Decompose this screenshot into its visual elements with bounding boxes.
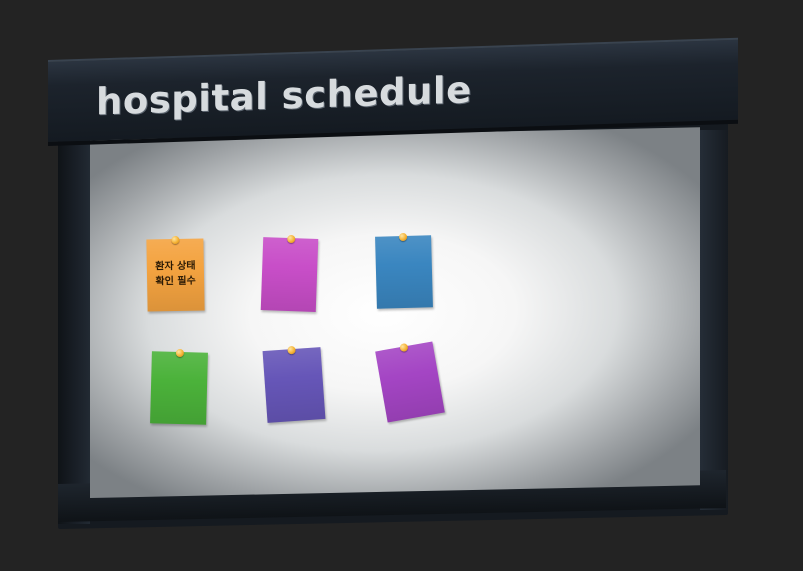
schedule-board: hospital schedule 환자 상태 확인 필수 (0, 0, 803, 571)
board-title: hospital schedule (96, 68, 472, 124)
pushpin-icon (170, 235, 179, 245)
sticky-note-text: 환자 상태 확인 필수 (155, 260, 196, 288)
pushpin-icon (287, 345, 296, 355)
sticky-note-purple[interactable] (375, 341, 445, 423)
board-frame-left (58, 140, 90, 524)
sticky-note-blue[interactable] (375, 232, 433, 309)
sticky-note-green[interactable] (150, 348, 208, 425)
pushpin-icon (286, 234, 295, 244)
board-surface (90, 127, 700, 498)
board-frame-right (700, 130, 728, 510)
pushpin-icon (399, 342, 409, 353)
sticky-note-indigo[interactable] (262, 345, 326, 423)
pushpin-icon (175, 348, 185, 358)
pushpin-icon (398, 232, 408, 242)
sticky-note-magenta[interactable] (260, 234, 319, 312)
sticky-note-orange[interactable]: 환자 상태 확인 필수 (146, 235, 205, 312)
